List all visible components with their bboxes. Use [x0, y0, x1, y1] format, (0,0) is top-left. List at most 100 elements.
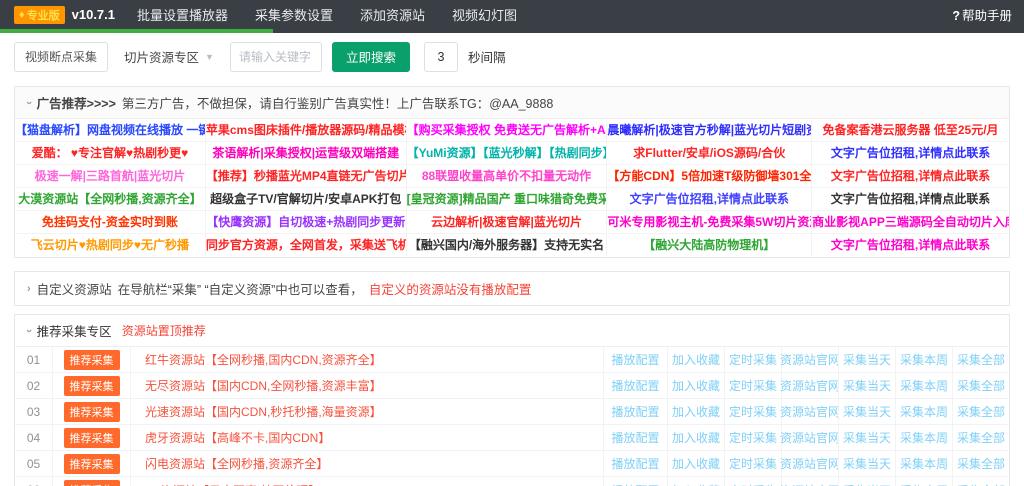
search-input[interactable]	[229, 41, 322, 72]
action-link[interactable]: 播放配置	[603, 451, 667, 476]
custom-source-panel[interactable]: › 自定义资源站 在导航栏“采集” “自定义资源”中也可以查看， 自定义的资源站…	[14, 271, 1010, 306]
recommend-subtitle: 资源站置顶推荐	[121, 324, 206, 338]
action-link[interactable]: 采集本周	[895, 451, 952, 476]
ad-link[interactable]: 【融兴大陆高防物理机】	[607, 234, 813, 257]
ad-link[interactable]: 爱酷： ♥专注官解♥热剧秒更♥	[15, 142, 206, 165]
ad-link[interactable]: 免挂码支付-资金实时到账	[15, 211, 206, 234]
site-name-link[interactable]: KK资源站【日本写真,韩国伦理】	[131, 482, 603, 486]
action-link[interactable]: 定时采集	[724, 399, 781, 424]
menu-item[interactable]: 批量设置播放器	[137, 5, 228, 24]
action-link[interactable]: 采集本周	[895, 399, 952, 424]
action-link[interactable]: 定时采集	[724, 425, 781, 450]
ad-link[interactable]: 云边解析|极速官解|蓝光切片	[406, 211, 608, 234]
category-select[interactable]: 切片资源专区 ▼	[118, 47, 220, 66]
ad-link[interactable]: 晨曦解析|极速官方秒解|蓝光切片短剧资源	[607, 119, 813, 142]
action-link[interactable]: 播放配置	[603, 347, 667, 372]
action-link[interactable]: 资源站官网	[780, 451, 840, 476]
action-link[interactable]: 播放配置	[603, 373, 667, 398]
action-link[interactable]: 加入收藏	[667, 451, 724, 476]
ad-link[interactable]: 可米专用影视主机-免费采集5W切片资源	[607, 211, 813, 234]
menu-item[interactable]: 采集参数设置	[255, 5, 333, 24]
ad-link[interactable]: 【方能CDN】5倍加速T级防御墙301全网最低	[607, 165, 813, 188]
ad-link[interactable]: 大漠资源站【全网秒播,资源齐全】	[15, 188, 206, 211]
menu-item[interactable]: 添加资源站	[360, 5, 425, 24]
action-link[interactable]: 加入收藏	[667, 347, 724, 372]
ad-link[interactable]: 极速一解|三路首航|蓝光切片	[15, 165, 206, 188]
action-link[interactable]: 采集全部	[952, 399, 1009, 424]
ad-link[interactable]: 【猫盘解析】网盘视频在线播放 一键发布	[15, 119, 206, 142]
ad-link[interactable]: 免备案香港云服务器 低至25元/月	[812, 119, 1009, 142]
ad-link[interactable]: 【推荐】秒播蓝光MP4直链无广告切片采集	[205, 165, 407, 188]
ad-link[interactable]: 茶语解析|采集授权|运营级双端搭建	[205, 142, 407, 165]
action-link[interactable]: 采集全部	[952, 347, 1009, 372]
site-name-link[interactable]: 光速资源站【国内CDN,秒托秒播,海量资源】	[131, 403, 603, 420]
action-link[interactable]: 资源站官网	[780, 477, 840, 486]
action-link[interactable]: 采集全部	[952, 373, 1009, 398]
collapse-chevron-icon: ›	[22, 328, 35, 333]
action-link[interactable]: 采集全部	[952, 425, 1009, 450]
action-link[interactable]: 采集本周	[895, 425, 952, 450]
action-link[interactable]: 采集当天	[838, 425, 895, 450]
ad-link[interactable]: 求Flutter/安卓/iOS源码/合伙	[607, 142, 813, 165]
action-link[interactable]: 采集当天	[838, 373, 895, 398]
action-link[interactable]: 资源站官网	[780, 373, 840, 398]
action-link[interactable]: 播放配置	[603, 477, 667, 486]
action-link[interactable]: 采集本周	[895, 347, 952, 372]
action-link[interactable]: 定时采集	[724, 477, 781, 486]
ad-link[interactable]: 【快鹰资源】自切极速+热剧同步更新	[205, 211, 407, 234]
ad-link[interactable]: 文字广告位招租,详情点此联系	[812, 142, 1009, 165]
badge-cell: 推荐采集	[53, 347, 131, 372]
action-link[interactable]: 采集当天	[838, 399, 895, 424]
ad-link[interactable]: 苹果cms图床插件/播放器源码/精品模板	[205, 119, 407, 142]
action-link[interactable]: 定时采集	[724, 347, 781, 372]
interval-input[interactable]	[423, 41, 458, 72]
ad-link[interactable]: 同步官方资源，全网首发，采集送飞机会员	[206, 234, 407, 257]
ad-link[interactable]: 超级盒子TV/官解切片/安卓APK打包	[205, 188, 407, 211]
app-logo: ♦ 专业版 v10.7.1	[14, 5, 115, 24]
ad-link[interactable]: 文字广告位招租,详情点此联系	[812, 234, 1009, 257]
action-link[interactable]: 加入收藏	[667, 399, 724, 424]
video-breakpoint-capture-button[interactable]: 视频断点采集	[14, 41, 109, 72]
ad-link[interactable]: 商业影视APP三端源码全自动切片入库工具	[812, 211, 1009, 234]
action-link[interactable]: 资源站官网	[780, 347, 840, 372]
menu-item[interactable]: 视频幻灯图	[452, 5, 517, 24]
recommend-badge: 推荐采集	[63, 453, 120, 474]
site-name-link[interactable]: 红牛资源站【全网秒播,国内CDN,资源齐全】	[131, 351, 603, 368]
badge-cell: 推荐采集	[53, 399, 131, 424]
ad-link[interactable]: 文字广告位招租,详情点此联系	[812, 188, 1009, 211]
ad-link[interactable]: 【购买采集授权 免费送无广告解析+APP】	[406, 119, 608, 142]
action-link[interactable]: 加入收藏	[667, 425, 724, 450]
ad-link[interactable]: 文字广告位招租,详情点此联系	[812, 165, 1009, 188]
ads-panel-header[interactable]: › 广告推荐>>>> 第三方广告，不做担保，请自行鉴别广告真实性！上广告联系TG…	[15, 87, 1009, 119]
site-name-link[interactable]: 闪电资源站【全网秒播,资源齐全】	[131, 455, 603, 472]
site-name-link[interactable]: 无尽资源站【国内CDN,全网秒播,资源丰富】	[131, 377, 603, 394]
action-link[interactable]: 采集当天	[838, 477, 895, 486]
action-link[interactable]: 资源站官网	[780, 399, 840, 424]
action-link[interactable]: 加入收藏	[667, 373, 724, 398]
action-link[interactable]: 采集全部	[952, 477, 1009, 486]
ad-link[interactable]: 88联盟收量高单价不扣量无动作	[406, 165, 608, 188]
action-link[interactable]: 定时采集	[724, 451, 781, 476]
ad-link[interactable]: 飞云切片♥热剧同步♥无广秒播	[15, 234, 206, 257]
action-link[interactable]: 定时采集	[724, 373, 781, 398]
action-link[interactable]: 采集本周	[895, 373, 952, 398]
action-link[interactable]: 采集全部	[952, 451, 1009, 476]
action-link[interactable]: 播放配置	[603, 425, 667, 450]
app-version: v10.7.1	[71, 7, 115, 22]
action-link[interactable]: 加入收藏	[667, 477, 724, 486]
ad-link[interactable]: 【融兴国内/海外服务器】支持无实名	[407, 234, 608, 257]
ads-panel: › 广告推荐>>>> 第三方广告，不做担保，请自行鉴别广告真实性！上广告联系TG…	[14, 86, 1010, 258]
search-button[interactable]: 立即搜索	[331, 41, 410, 72]
action-link[interactable]: 采集当天	[838, 347, 895, 372]
action-link[interactable]: 播放配置	[603, 399, 667, 424]
ad-link[interactable]: [皇冠资源]精品国产 重口味猎奇免费采集	[406, 188, 608, 211]
help-link[interactable]: ? 帮助手册	[952, 5, 1012, 24]
ad-link[interactable]: 【YuMi资源】【蓝光秒解】【热剧同步】	[406, 142, 608, 165]
action-link[interactable]: 采集当天	[838, 451, 895, 476]
chevron-down-icon: ▼	[205, 51, 214, 62]
ad-link[interactable]: 文字广告位招租,详情点此联系	[607, 188, 813, 211]
action-link[interactable]: 资源站官网	[780, 425, 840, 450]
action-link[interactable]: 采集本周	[895, 477, 952, 486]
site-name-link[interactable]: 虎牙资源站【高峰不卡,国内CDN】	[131, 429, 603, 446]
recommend-panel-header[interactable]: › 推荐采集专区 资源站置顶推荐	[15, 315, 1009, 347]
